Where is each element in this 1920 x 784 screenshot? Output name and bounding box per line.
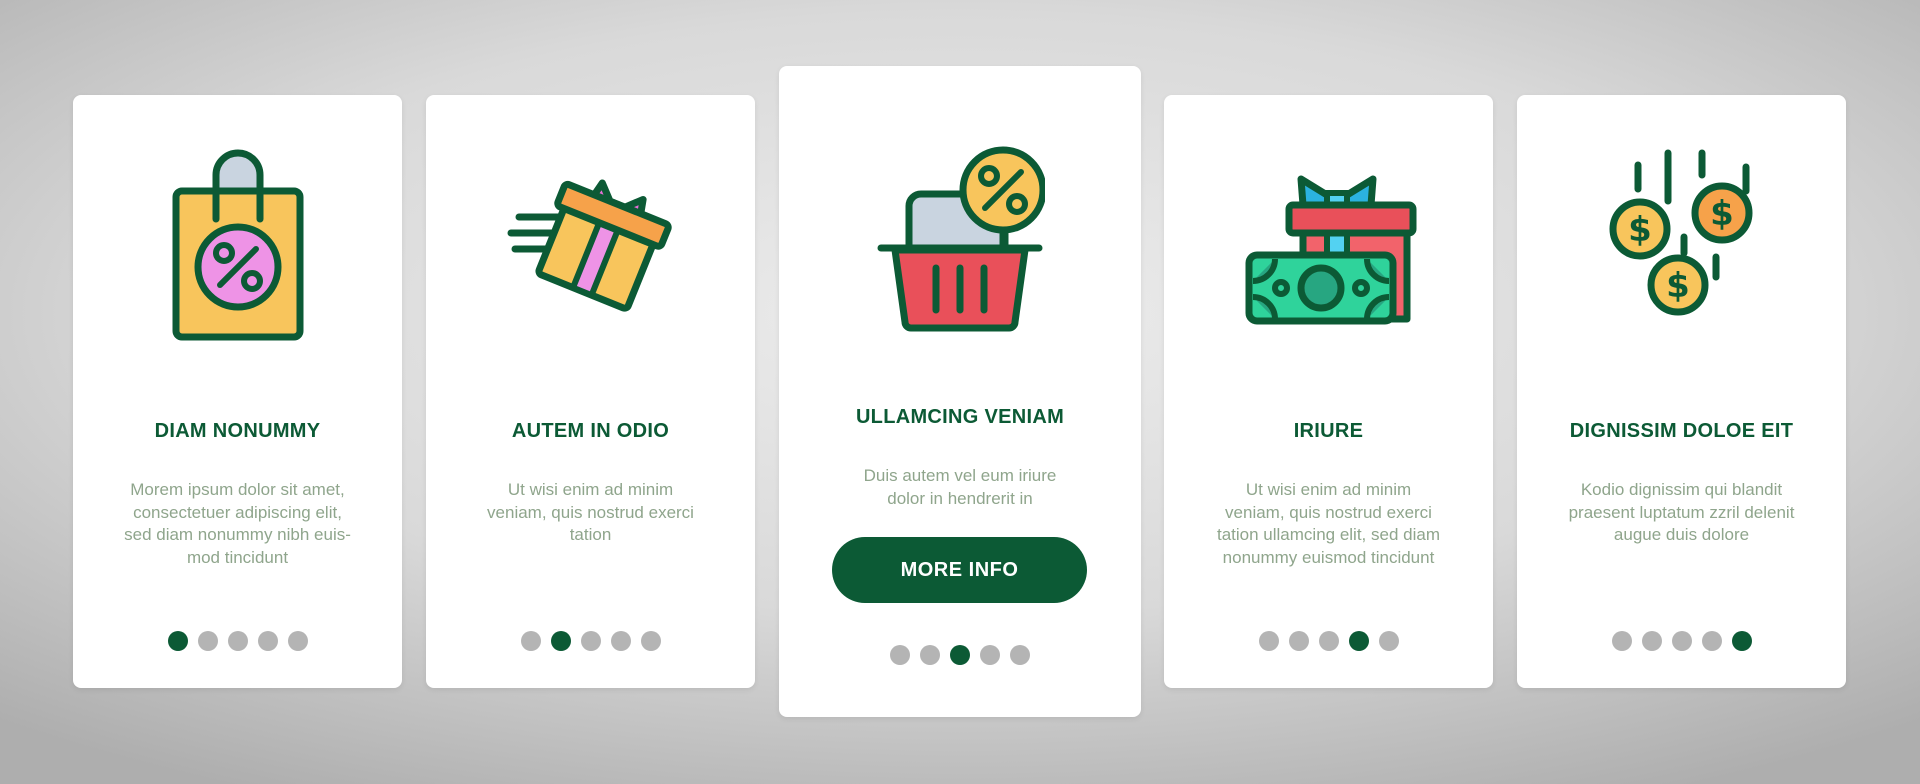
svg-text:$: $ bbox=[1710, 194, 1734, 234]
pagination-dot-5[interactable] bbox=[1010, 645, 1030, 665]
description-line: Kodio dignissim qui blandit bbox=[1580, 480, 1783, 499]
gift-and-money-icon bbox=[1164, 145, 1493, 345]
onboarding-card-5: $ $ $ DIGNISSIM DOLOE EIT Kodio dignissi… bbox=[1517, 95, 1846, 688]
pagination-dot-1[interactable] bbox=[1258, 631, 1279, 651]
description-line: mod tincidunt bbox=[186, 547, 289, 567]
card-title: DIGNISSIM DOLOE EIT bbox=[1569, 420, 1794, 442]
pagination-dot-5[interactable] bbox=[1378, 631, 1399, 651]
pagination-dot-1[interactable] bbox=[167, 631, 188, 651]
pagination-dot-4[interactable] bbox=[1701, 631, 1722, 651]
card-title: AUTEM IN ODIO bbox=[511, 420, 670, 442]
pagination-dots bbox=[1164, 631, 1493, 651]
card-description: Duis autem vel eum iriure dolor in hendr… bbox=[809, 465, 1111, 510]
pagination-dot-1[interactable] bbox=[890, 645, 910, 665]
pagination-dot-2[interactable] bbox=[550, 631, 571, 651]
pagination-dot-3[interactable] bbox=[1318, 631, 1339, 651]
pagination-dots bbox=[779, 645, 1141, 665]
pagination-dots bbox=[1517, 631, 1846, 651]
pagination-dot-2[interactable] bbox=[1288, 631, 1309, 651]
description-line: Morem ipsum dolor sit amet, bbox=[130, 480, 345, 499]
pagination-dot-1[interactable] bbox=[520, 631, 541, 651]
onboarding-card-4: IRIURE Ut wisi enim ad minim veniam, qui… bbox=[1164, 95, 1493, 688]
description-line: sed diam nonummy nibh euis- bbox=[124, 525, 351, 544]
description-line: Ut wisi enim ad minim bbox=[507, 480, 674, 499]
pagination-dot-4[interactable] bbox=[610, 631, 631, 651]
card-description: Ut wisi enim ad minim veniam, quis nostr… bbox=[1194, 479, 1463, 569]
description-line: praesent luptatum zzril delenit bbox=[1568, 502, 1795, 522]
description-line: Ut wisi enim ad minim bbox=[1245, 480, 1412, 499]
card-description: Morem ipsum dolor sit amet, consectetuer… bbox=[103, 479, 372, 569]
pagination-dot-2[interactable] bbox=[920, 645, 940, 665]
pagination-dot-4[interactable] bbox=[1348, 631, 1369, 651]
description-line: veniam, quis nostrud exerci bbox=[487, 502, 694, 522]
pagination-dots bbox=[426, 631, 755, 651]
pagination-dot-3[interactable] bbox=[227, 631, 248, 651]
card-title: IRIURE bbox=[1293, 420, 1364, 442]
pagination-dot-4[interactable] bbox=[980, 645, 1000, 665]
pagination-dot-2[interactable] bbox=[197, 631, 218, 651]
description-line: augue duis dolore bbox=[1613, 525, 1750, 544]
description-line: Duis autem vel eum iriure bbox=[863, 466, 1057, 485]
card-description: Kodio dignissim qui blandit praesent lup… bbox=[1547, 479, 1816, 547]
onboarding-screens: DIAM NONUMMY Morem ipsum dolor sit amet,… bbox=[0, 0, 1920, 784]
description-line: nonummy euismod tincidunt bbox=[1222, 547, 1435, 567]
pagination-dot-5[interactable] bbox=[287, 631, 308, 651]
description-line: consectetuer adipiscing elit, bbox=[133, 502, 342, 522]
description-line: veniam, quis nostrud exerci bbox=[1225, 502, 1432, 522]
pagination-dots bbox=[73, 631, 402, 651]
description-line: tation bbox=[569, 525, 612, 544]
shopping-basket-discount-icon bbox=[779, 146, 1141, 336]
pagination-dot-3[interactable] bbox=[950, 645, 970, 665]
onboarding-card-2: AUTEM IN ODIO Ut wisi enim ad minim veni… bbox=[426, 95, 755, 688]
pagination-dot-4[interactable] bbox=[257, 631, 278, 651]
pagination-dot-3[interactable] bbox=[1671, 631, 1692, 651]
flying-gift-box-icon bbox=[426, 145, 755, 345]
onboarding-card-3: ULLAMCING VENIAM Duis autem vel eum iriu… bbox=[779, 66, 1141, 717]
svg-text:$: $ bbox=[1666, 266, 1690, 306]
card-title: ULLAMCING VENIAM bbox=[855, 406, 1065, 428]
description-line: tation ullamcing elit, sed diam bbox=[1216, 525, 1440, 544]
onboarding-card-1: DIAM NONUMMY Morem ipsum dolor sit amet,… bbox=[73, 95, 402, 688]
pagination-dot-1[interactable] bbox=[1611, 631, 1632, 651]
pagination-dot-3[interactable] bbox=[580, 631, 601, 651]
pagination-dot-2[interactable] bbox=[1641, 631, 1662, 651]
falling-coins-icon: $ $ $ bbox=[1517, 145, 1846, 345]
card-description: Ut wisi enim ad minim veniam, quis nostr… bbox=[456, 479, 725, 547]
more-info-button[interactable]: MORE INFO bbox=[832, 537, 1087, 603]
pagination-dot-5[interactable] bbox=[640, 631, 661, 651]
svg-text:$: $ bbox=[1628, 210, 1652, 250]
shopping-bag-percent-icon bbox=[73, 145, 402, 345]
description-line: dolor in hendrerit in bbox=[887, 488, 1033, 508]
card-title: DIAM NONUMMY bbox=[154, 420, 321, 442]
pagination-dot-5[interactable] bbox=[1731, 631, 1752, 651]
